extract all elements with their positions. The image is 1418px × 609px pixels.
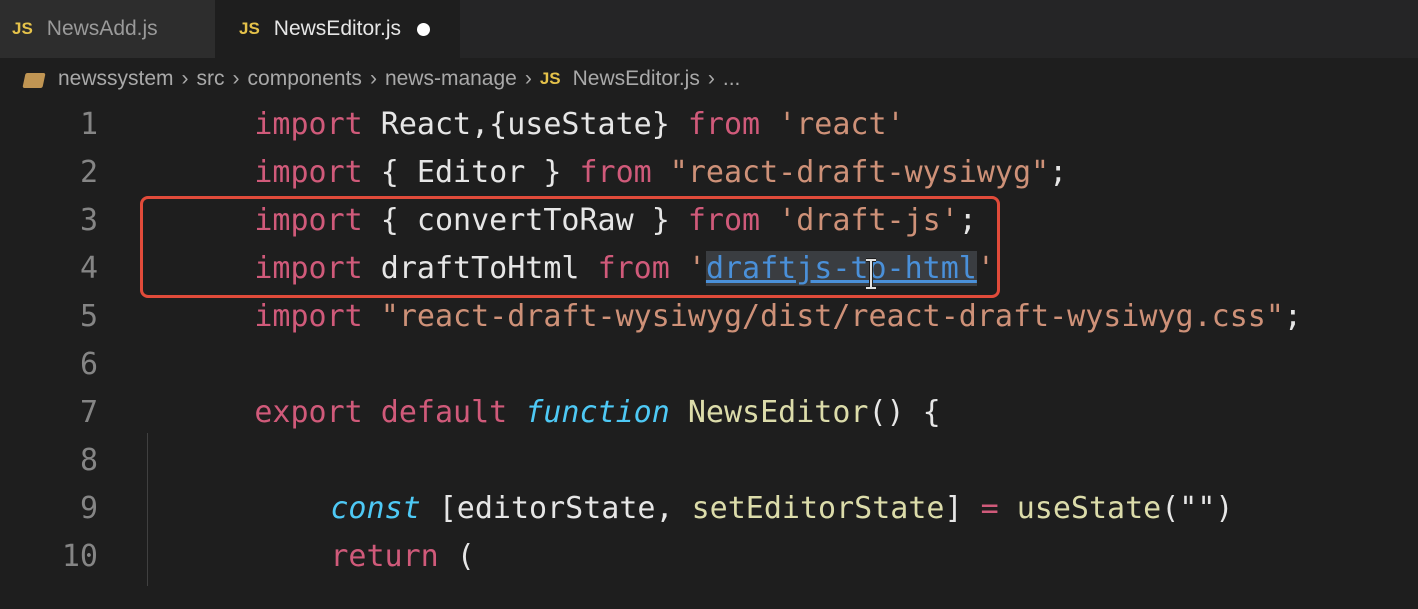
code-line[interactable]: 5 import "react-draft-wysiwyg/dist/react… [0, 292, 1418, 340]
function-name: NewsEditor [669, 394, 869, 430]
line-number: 8 [79, 442, 98, 478]
punctuation: ( [438, 538, 475, 574]
tab-bar: JS NewsAdd.js JS NewsEditor.js [0, 0, 1418, 58]
unsaved-dot-icon[interactable] [417, 22, 431, 36]
tab-label: NewsAdd.js [46, 17, 158, 40]
keyword: import [254, 298, 363, 334]
punctuation: ("") [1161, 490, 1234, 526]
string: "react-draft-wysiwyg/dist/react-draft-wy… [362, 298, 1284, 334]
keyword: return [330, 538, 439, 574]
punctuation: ; [1283, 298, 1302, 334]
keyword: export [254, 394, 363, 430]
text-cursor-icon [866, 258, 876, 290]
js-file-icon: JS [239, 19, 260, 38]
operator: = [980, 490, 999, 526]
identifier [999, 491, 1017, 526]
code-line[interactable]: 7 export default function NewsEditor() { [0, 388, 1418, 436]
line-number: 9 [79, 490, 98, 526]
line-number: 5 [79, 298, 98, 334]
tab-newseditor[interactable]: JS NewsEditor.js [215, 0, 460, 58]
line-number: 2 [79, 154, 98, 190]
line-number: 6 [79, 346, 98, 382]
keyword: default [362, 394, 526, 430]
tab-label: NewsEditor.js [273, 17, 402, 40]
line-number: 1 [79, 106, 98, 142]
keyword: function [525, 394, 670, 430]
function-name: setEditorState [691, 490, 945, 526]
indent-guide [147, 433, 148, 586]
code-line[interactable]: 9 const [editorState, setEditorState] = … [0, 484, 1418, 532]
code-editor[interactable]: 1 import React,{useState} from 'react' 2… [0, 100, 1418, 586]
identifier: ] [944, 490, 981, 526]
line-number: 7 [79, 394, 98, 430]
tab-newsadd[interactable]: JS NewsAdd.js [0, 0, 215, 58]
js-file-icon: JS [12, 19, 33, 38]
line-number: 10 [61, 538, 98, 574]
punctuation: ; [1049, 154, 1068, 190]
folder-icon [24, 70, 46, 88]
line-number: 3 [79, 202, 98, 238]
function-name: useState [1016, 490, 1162, 526]
line-number: 4 [79, 250, 98, 286]
punctuation: () { [868, 394, 941, 430]
code-line[interactable]: 10 return ( [0, 532, 1418, 580]
